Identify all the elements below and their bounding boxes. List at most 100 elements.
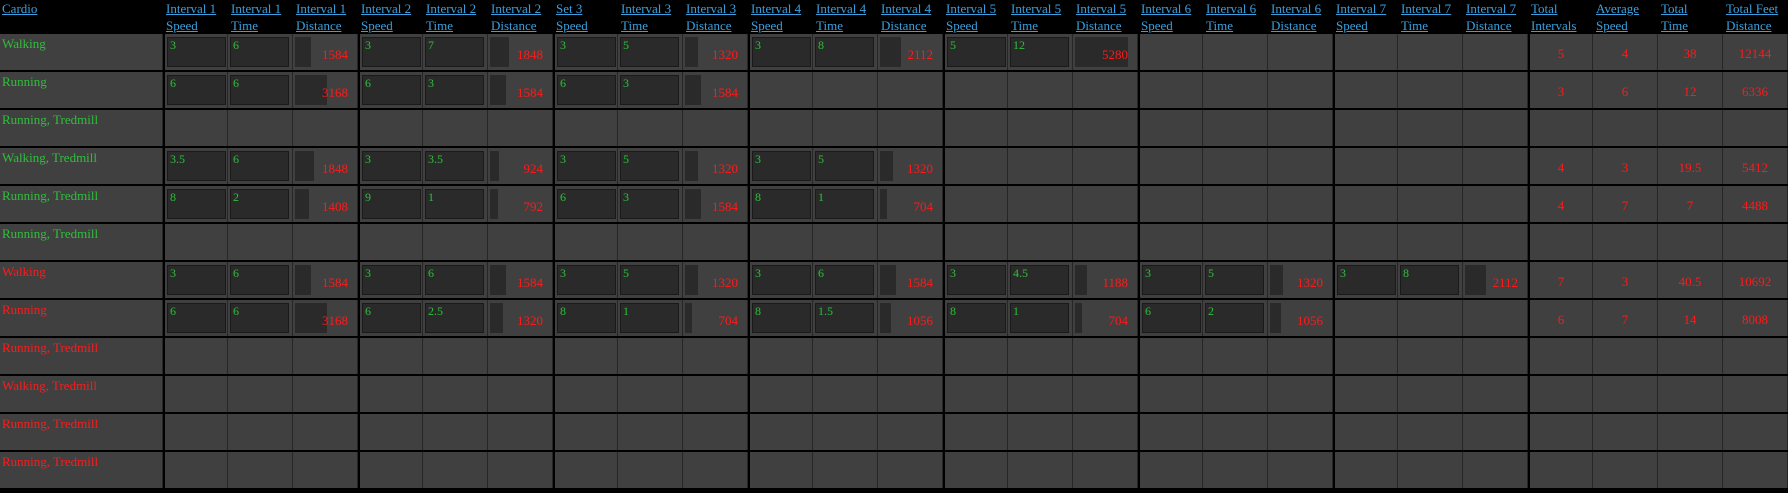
input-box[interactable]: 8: [557, 303, 616, 333]
speed-cell[interactable]: 3: [1138, 262, 1203, 298]
distance-cell[interactable]: [1463, 72, 1528, 108]
speed-cell[interactable]: [748, 72, 813, 108]
column-header[interactable]: Interval 4 Distance: [878, 0, 943, 34]
time-cell[interactable]: [1008, 72, 1073, 108]
activity-cell[interactable]: Walking, Tredmill: [0, 148, 163, 184]
input-box[interactable]: 3: [947, 265, 1006, 295]
speed-cell[interactable]: 3: [553, 262, 618, 298]
distance-cell[interactable]: [1073, 72, 1138, 108]
time-cell[interactable]: 5: [813, 148, 878, 184]
speed-cell[interactable]: 3.5: [163, 148, 228, 184]
distance-cell[interactable]: 5280: [1073, 34, 1138, 70]
column-header[interactable]: Interval 1 Speed: [163, 0, 228, 34]
column-header[interactable]: Interval 4 Time: [813, 0, 878, 34]
speed-cell[interactable]: [1333, 376, 1398, 412]
input-box[interactable]: 3: [167, 37, 226, 67]
input-box[interactable]: 3: [752, 37, 811, 67]
column-header[interactable]: Interval 2 Time: [423, 0, 488, 34]
speed-cell[interactable]: [1333, 452, 1398, 488]
distance-cell[interactable]: 1408: [293, 186, 358, 222]
time-cell[interactable]: 6: [228, 34, 293, 70]
speed-cell[interactable]: [358, 224, 423, 260]
distance-cell[interactable]: [878, 452, 943, 488]
activity-cell[interactable]: Running: [0, 300, 163, 336]
speed-cell[interactable]: [943, 452, 1008, 488]
input-box[interactable]: 5: [620, 265, 679, 295]
activity-cell[interactable]: Running, Tredmill: [0, 186, 163, 222]
total-intervals-cell[interactable]: [1528, 452, 1593, 488]
speed-cell[interactable]: [1138, 34, 1203, 70]
time-cell[interactable]: 7: [423, 34, 488, 70]
total-distance-cell[interactable]: 4488: [1723, 186, 1788, 222]
speed-cell[interactable]: 3: [748, 262, 813, 298]
column-header[interactable]: Interval 6 Time: [1203, 0, 1268, 34]
average-speed-cell[interactable]: [1593, 376, 1658, 412]
time-cell[interactable]: 6: [228, 148, 293, 184]
column-header[interactable]: Interval 2 Distance: [488, 0, 553, 34]
time-cell[interactable]: [1008, 148, 1073, 184]
input-box[interactable]: 5: [620, 37, 679, 67]
time-cell[interactable]: [1008, 224, 1073, 260]
time-cell[interactable]: 1: [813, 186, 878, 222]
time-cell[interactable]: [1398, 224, 1463, 260]
input-box[interactable]: 6: [362, 75, 421, 105]
speed-cell[interactable]: [553, 110, 618, 146]
total-distance-cell[interactable]: 6336: [1723, 72, 1788, 108]
distance-cell[interactable]: [1463, 186, 1528, 222]
speed-cell[interactable]: [1138, 110, 1203, 146]
speed-cell[interactable]: [553, 376, 618, 412]
distance-cell[interactable]: 1188: [1073, 262, 1138, 298]
input-box[interactable]: 3: [752, 265, 811, 295]
time-cell[interactable]: [423, 110, 488, 146]
input-box[interactable]: 8: [1400, 265, 1459, 295]
time-cell[interactable]: 3: [423, 72, 488, 108]
input-box[interactable]: 1: [620, 303, 679, 333]
distance-cell[interactable]: 1848: [293, 148, 358, 184]
time-cell[interactable]: 8: [813, 34, 878, 70]
speed-cell[interactable]: 6: [358, 72, 423, 108]
distance-cell[interactable]: [1073, 224, 1138, 260]
distance-cell[interactable]: [1073, 110, 1138, 146]
distance-cell[interactable]: [1073, 452, 1138, 488]
average-speed-cell[interactable]: 4: [1593, 34, 1658, 70]
time-cell[interactable]: 3.5: [423, 148, 488, 184]
column-header[interactable]: Interval 1 Distance: [293, 0, 358, 34]
speed-cell[interactable]: [943, 414, 1008, 450]
time-cell[interactable]: [1008, 338, 1073, 374]
distance-cell[interactable]: [683, 452, 748, 488]
activity-cell[interactable]: Running, Tredmill: [0, 224, 163, 260]
distance-cell[interactable]: [878, 72, 943, 108]
input-box[interactable]: 6: [167, 75, 226, 105]
input-box[interactable]: 6: [230, 75, 289, 105]
total-intervals-cell[interactable]: 6: [1528, 300, 1593, 336]
distance-cell[interactable]: [1463, 224, 1528, 260]
distance-cell[interactable]: [1268, 148, 1333, 184]
input-box[interactable]: 3: [1337, 265, 1396, 295]
distance-cell[interactable]: [488, 452, 553, 488]
time-cell[interactable]: [1008, 452, 1073, 488]
distance-cell[interactable]: [488, 338, 553, 374]
distance-cell[interactable]: [293, 376, 358, 412]
time-cell[interactable]: [1008, 376, 1073, 412]
distance-cell[interactable]: 1848: [488, 34, 553, 70]
time-cell[interactable]: [813, 72, 878, 108]
speed-cell[interactable]: [163, 376, 228, 412]
distance-cell[interactable]: [1463, 34, 1528, 70]
input-box[interactable]: 3.5: [167, 151, 226, 181]
distance-cell[interactable]: 704: [1073, 300, 1138, 336]
speed-cell[interactable]: [163, 452, 228, 488]
distance-cell[interactable]: [1268, 34, 1333, 70]
distance-cell[interactable]: [1268, 110, 1333, 146]
time-cell[interactable]: [1398, 300, 1463, 336]
distance-cell[interactable]: [683, 110, 748, 146]
speed-cell[interactable]: 6: [1138, 300, 1203, 336]
input-box[interactable]: 3: [752, 151, 811, 181]
total-distance-cell[interactable]: [1723, 452, 1788, 488]
distance-cell[interactable]: 792: [488, 186, 553, 222]
input-box[interactable]: 2: [1205, 303, 1264, 333]
input-box[interactable]: 3: [620, 75, 679, 105]
input-box[interactable]: 1: [815, 189, 874, 219]
time-cell[interactable]: 6: [423, 262, 488, 298]
column-header[interactable]: Interval 4 Speed: [748, 0, 813, 34]
input-box[interactable]: 6: [230, 303, 289, 333]
